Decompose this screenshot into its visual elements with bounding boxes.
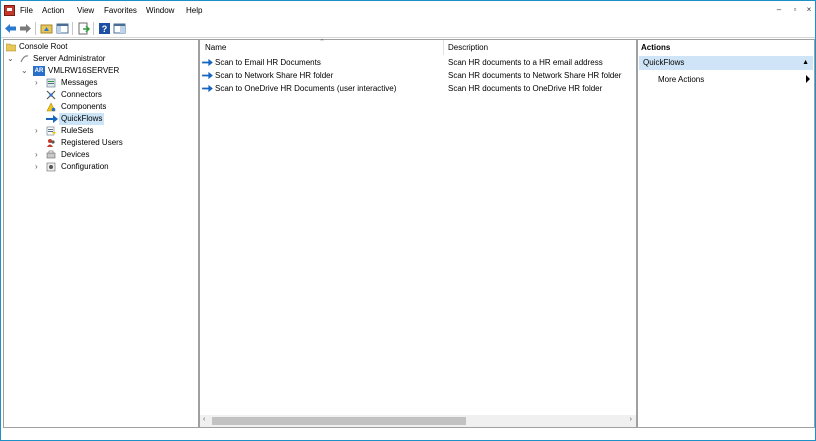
menu-bar: File Action View Favorites Window Help –… (1, 1, 815, 20)
quickflow-arrow-icon (202, 59, 213, 67)
chevron-right-icon[interactable]: › (35, 125, 43, 137)
messages-icon (46, 78, 56, 88)
tree-node-label: Messages (61, 78, 98, 87)
column-header-label: Name (205, 43, 227, 52)
tree-node-label: RuleSets (61, 126, 94, 135)
menu-favorites[interactable]: Favorites (104, 6, 137, 15)
quickflow-description: Scan HR documents to OneDrive HR folder (448, 84, 603, 93)
console-tree: Console Root ⌄ Server Administrator ⌄ AR… (3, 39, 199, 428)
scroll-right-icon[interactable]: › (630, 416, 632, 423)
tree-node-label: Registered Users (61, 138, 123, 147)
results-list: Name ⌃ Description Scan to Email HR Docu… (199, 39, 637, 428)
tree-node-label: QuickFlows (59, 113, 105, 125)
sort-up-icon: ⌃ (319, 39, 325, 46)
toolbar-separator (72, 22, 73, 35)
list-item[interactable]: Scan to Network Share HR folder (202, 70, 333, 82)
chevron-down-icon[interactable]: ⌄ (7, 53, 15, 65)
close-icon[interactable]: × (803, 4, 815, 16)
configuration-icon (46, 162, 56, 172)
quickflow-arrow-icon (202, 85, 213, 93)
forward-arrow-icon[interactable] (19, 22, 32, 35)
toolbar-separator (93, 22, 94, 35)
tree-node-label: Console Root (19, 42, 68, 51)
app-window: File Action View Favorites Window Help –… (0, 0, 816, 441)
connectors-icon (46, 90, 56, 100)
help-icon[interactable]: ? (98, 22, 111, 35)
minimize-icon[interactable]: – (773, 4, 785, 16)
chevron-down-icon[interactable]: ⌄ (21, 65, 29, 77)
toolbar: ? (1, 20, 815, 38)
tree-node-label: Devices (61, 150, 90, 159)
show-hide-action-pane-icon[interactable] (113, 22, 126, 35)
export-list-icon[interactable] (77, 22, 90, 35)
quickflow-description: Scan HR documents to a HR email address (448, 58, 603, 67)
menu-file[interactable]: File (20, 6, 33, 15)
server-icon: AR (33, 66, 45, 76)
quickflow-name: Scan to Network Share HR folder (215, 71, 334, 80)
server-admin-icon (20, 55, 29, 63)
quickflow-name: Scan to Email HR Documents (215, 58, 321, 67)
components-icon (46, 102, 56, 112)
show-hide-tree-icon[interactable] (56, 22, 69, 35)
restore-icon[interactable]: ▫ (789, 4, 801, 16)
more-actions-item[interactable]: More Actions (658, 75, 704, 84)
scrollbar-thumb[interactable] (212, 417, 466, 425)
tree-node-label: Components (61, 102, 107, 111)
chevron-right-icon[interactable]: › (35, 77, 43, 89)
actions-pane: Actions QuickFlows ▲ More Actions (637, 39, 815, 428)
collapse-up-icon[interactable]: ▲ (802, 56, 809, 70)
list-item[interactable]: Scan to OneDrive HR Documents (user inte… (202, 83, 396, 95)
scroll-left-icon[interactable]: ‹ (203, 416, 205, 423)
app-icon[interactable] (4, 5, 15, 16)
users-icon (47, 139, 55, 147)
quickflows-arrow-icon (46, 115, 58, 123)
menu-help[interactable]: Help (186, 6, 202, 15)
back-arrow-icon[interactable] (4, 22, 17, 35)
chevron-right-icon[interactable]: › (35, 161, 43, 173)
up-folder-icon[interactable] (40, 22, 53, 35)
toolbar-separator (35, 22, 36, 35)
quickflow-description: Scan HR documents to Network Share HR fo… (448, 71, 622, 80)
horizontal-scrollbar[interactable]: ‹ › (200, 415, 636, 427)
tree-node-label: Connectors (61, 90, 102, 99)
actions-title: Actions (641, 43, 671, 52)
menu-action[interactable]: Action (42, 6, 64, 15)
actions-section-quickflows[interactable]: QuickFlows ▲ (639, 56, 813, 70)
submenu-arrow-icon[interactable] (806, 75, 810, 83)
tree-node-label: Server Administrator (33, 54, 106, 63)
list-item[interactable]: Scan to Email HR Documents (202, 57, 321, 69)
chevron-right-icon[interactable]: › (35, 149, 43, 161)
folder-icon (6, 43, 16, 52)
quickflow-arrow-icon (202, 72, 213, 80)
menu-window[interactable]: Window (146, 6, 174, 15)
quickflow-name: Scan to OneDrive HR Documents (user inte… (215, 84, 397, 93)
tree-node-label: VMLRW16SERVER (48, 66, 120, 75)
rulesets-icon (46, 126, 56, 136)
actions-section-label: QuickFlows (643, 58, 685, 67)
tree-node-label: Configuration (61, 162, 109, 171)
svg-text:?: ? (102, 24, 108, 34)
status-bar (1, 429, 815, 440)
devices-icon (46, 150, 56, 159)
column-header-name[interactable]: Name ⌃ (200, 39, 444, 55)
menu-view[interactable]: View (77, 6, 94, 15)
column-header-description[interactable]: Description (444, 40, 634, 55)
column-header-label: Description (448, 43, 489, 52)
